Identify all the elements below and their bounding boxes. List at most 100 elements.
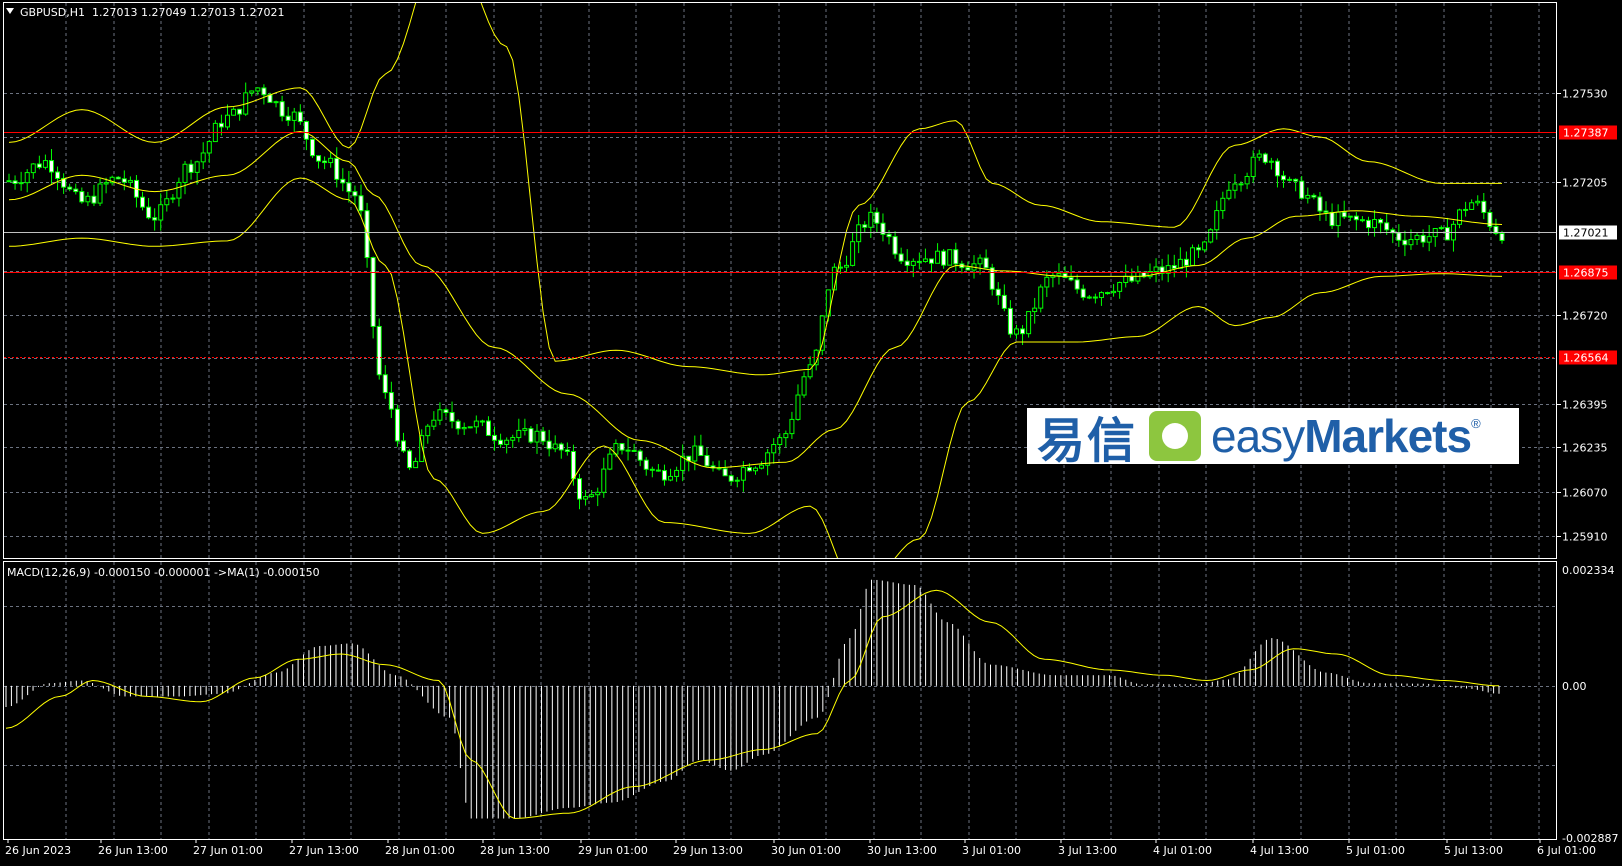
- candle: [376, 318, 382, 380]
- candle-body: [158, 204, 164, 221]
- candle-body: [1208, 229, 1214, 243]
- x-tick-label: 27 Jun 01:00: [193, 844, 263, 857]
- candle-body: [1013, 328, 1019, 335]
- candle-body: [1475, 200, 1481, 204]
- candle-body: [279, 101, 285, 117]
- candle: [947, 249, 953, 266]
- logo-registered-mark: ®: [1471, 416, 1481, 431]
- x-tick-label: 4 Jul 01:00: [1153, 844, 1212, 857]
- y-tick-label: 1.26235: [1562, 442, 1608, 455]
- candle-body: [783, 433, 789, 439]
- candle-body: [522, 428, 528, 431]
- candle-body: [1353, 215, 1359, 221]
- x-tick-label: 26 Jun 13:00: [98, 844, 168, 857]
- trading-chart[interactable]: 1.27387 1.26875 1.26564 1.27021 1.27530 1.27…: [0, 0, 1622, 862]
- x-tick-label: 26 Jun 2023: [5, 844, 71, 857]
- candle-body: [146, 206, 152, 219]
- candle-body: [370, 257, 376, 327]
- candle-body: [868, 211, 874, 228]
- candle-body: [1105, 292, 1111, 295]
- candle-body: [837, 266, 843, 269]
- candle-body: [1378, 219, 1384, 224]
- candle: [467, 426, 473, 429]
- candle-body: [631, 449, 637, 452]
- candle-body: [1256, 153, 1262, 158]
- candle-body: [637, 450, 643, 461]
- candle-body: [965, 267, 971, 271]
- candle-body: [85, 195, 91, 203]
- candle-body: [886, 233, 892, 238]
- candle-body: [425, 425, 431, 437]
- candle-body: [18, 182, 24, 185]
- candle-body: [904, 260, 910, 266]
- x-tick-label: 3 Jul 01:00: [962, 844, 1021, 857]
- candle-body: [771, 444, 777, 454]
- candle-body: [237, 108, 243, 115]
- candle-body: [1007, 307, 1013, 335]
- candle-body: [1396, 232, 1402, 241]
- candle-body: [479, 420, 485, 423]
- candle-body: [473, 420, 479, 428]
- candle-body: [692, 445, 698, 462]
- candle-body: [795, 394, 801, 420]
- candle-body: [188, 163, 194, 173]
- candle-body: [48, 160, 54, 173]
- candle-body: [449, 412, 455, 422]
- candle-body: [1086, 296, 1092, 299]
- candle-body: [1044, 276, 1050, 288]
- candle-body: [552, 443, 558, 450]
- candle-body: [346, 182, 352, 193]
- candle-body: [1056, 273, 1062, 276]
- candle-body: [1214, 210, 1220, 231]
- candle-body: [1268, 160, 1274, 163]
- candle-body: [79, 191, 85, 203]
- candle-body: [1341, 211, 1347, 218]
- candle-body: [115, 176, 121, 180]
- candle-body: [170, 197, 176, 200]
- candle-body: [734, 479, 740, 482]
- candle-body: [674, 469, 680, 477]
- x-tick-label: 29 Jun 01:00: [578, 844, 648, 857]
- candle-body: [807, 364, 813, 378]
- candle-body: [643, 459, 649, 470]
- candle-body: [746, 467, 752, 472]
- candle-body: [570, 450, 576, 480]
- candle-body: [1098, 292, 1104, 298]
- candle-body: [1305, 194, 1311, 199]
- candle-body: [1171, 265, 1177, 269]
- price-level-label: 1.26875: [1563, 267, 1609, 280]
- candle-body: [1335, 211, 1341, 227]
- candle-body: [941, 250, 947, 266]
- candle-body: [261, 87, 267, 96]
- candle-body: [1293, 178, 1299, 182]
- candle-body: [1238, 183, 1244, 186]
- candle-body: [1080, 288, 1086, 298]
- candle-body: [698, 445, 704, 457]
- candle-body: [1092, 296, 1098, 299]
- candle-body: [407, 450, 413, 469]
- candle-body: [722, 468, 728, 477]
- candle-body: [334, 157, 340, 180]
- logo-chinese-text: 易信: [1037, 413, 1138, 469]
- candle-body: [1153, 266, 1159, 273]
- candle-body: [1414, 234, 1420, 241]
- candle-body: [576, 478, 582, 500]
- candle-body: [91, 195, 97, 204]
- y-tick-label: 1.26395: [1562, 399, 1608, 412]
- candle-body: [740, 467, 746, 481]
- x-tick-label: 5 Jul 13:00: [1444, 844, 1503, 857]
- candle-body: [1001, 294, 1007, 309]
- candle-body: [1032, 307, 1038, 313]
- candle-body: [510, 437, 516, 441]
- candle-body: [24, 172, 30, 184]
- candle-body: [753, 467, 758, 472]
- candle-body: [607, 453, 613, 470]
- candle-body: [1420, 234, 1426, 243]
- candle-body: [152, 217, 158, 221]
- candle-body: [273, 101, 279, 104]
- candle-body: [182, 163, 188, 183]
- candle-body: [121, 178, 127, 183]
- candle-body: [67, 186, 73, 190]
- candle-body: [285, 115, 291, 121]
- candle-body: [1384, 222, 1390, 231]
